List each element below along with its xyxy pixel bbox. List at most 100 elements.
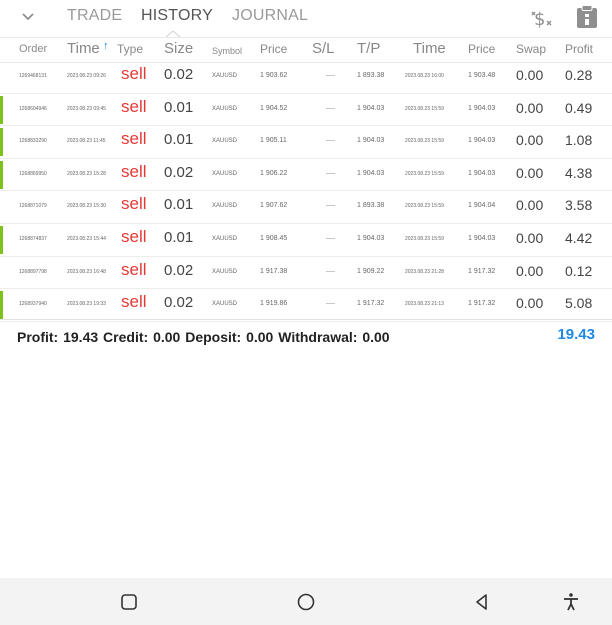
swap: 0.00 bbox=[516, 197, 544, 214]
swap: 0.00 bbox=[516, 132, 544, 149]
stop-loss-empty bbox=[326, 172, 335, 174]
profit: 1.08 bbox=[565, 132, 593, 149]
tab-journal[interactable]: JOURNAL bbox=[232, 7, 308, 25]
take-profit: 1 904.03 bbox=[357, 104, 385, 112]
col-take-profit[interactable]: T/P bbox=[357, 40, 380, 57]
table-row[interactable]: 1268604946 2023.08.23 09:45 sell 0.01 XA… bbox=[0, 94, 612, 127]
dollar-sign-icon[interactable]: $ bbox=[528, 6, 554, 30]
open-price: 1 906.22 bbox=[260, 169, 288, 177]
back-triangle-icon[interactable] bbox=[470, 590, 494, 614]
close-price: 1 904.03 bbox=[468, 234, 496, 242]
open-time: 2023.08.23 19:33 bbox=[67, 301, 106, 308]
open-price: 1 917.38 bbox=[260, 267, 288, 275]
open-time: 2023.08.23 09:45 bbox=[67, 105, 106, 112]
trade-size: 0.02 bbox=[164, 163, 194, 181]
stop-loss-empty bbox=[326, 140, 335, 142]
table-row[interactable]: 1268874837 2023.08.23 15:44 sell 0.01 XA… bbox=[0, 224, 612, 257]
swap: 0.00 bbox=[516, 295, 544, 312]
table-row[interactable]: 1268871079 2023.08.23 15:30 sell 0.01 XA… bbox=[0, 191, 612, 224]
close-time: 2023.08.23 21:13 bbox=[405, 301, 444, 308]
swap: 0.00 bbox=[516, 164, 544, 181]
summary-text: Profit: 19.43 Credit: 0.00 Deposit: 0.00… bbox=[17, 329, 390, 345]
tab-history[interactable]: HISTORY bbox=[141, 7, 213, 25]
tab-trade[interactable]: TRADE bbox=[67, 7, 122, 25]
col-symbol[interactable]: Symbol bbox=[212, 46, 242, 56]
col-order[interactable]: Order bbox=[19, 43, 47, 55]
accessibility-icon[interactable] bbox=[559, 590, 583, 614]
take-profit: 1 904.03 bbox=[357, 169, 385, 177]
trade-size: 0.01 bbox=[164, 228, 194, 246]
open-price: 1 907.62 bbox=[260, 202, 288, 210]
credit-value: 0.00 bbox=[153, 329, 181, 345]
trade-type: sell bbox=[121, 96, 147, 116]
table-row[interactable]: 1269468131 2023.08.23 09:26 sell 0.02 XA… bbox=[0, 61, 612, 94]
col-close-price[interactable]: Price bbox=[468, 42, 495, 56]
chevron-down-icon[interactable] bbox=[18, 6, 38, 26]
row-marker bbox=[0, 95, 3, 124]
col-size[interactable]: Size bbox=[164, 40, 193, 57]
col-open-time[interactable]: Time bbox=[67, 40, 100, 57]
open-time: 2023.08.23 15:44 bbox=[67, 235, 106, 242]
order-id: 1269468131 bbox=[19, 73, 47, 79]
close-time: 2023.08.23 15:59 bbox=[405, 235, 444, 242]
swap: 0.00 bbox=[516, 99, 544, 116]
swap: 0.00 bbox=[516, 67, 544, 83]
take-profit: 1 909.22 bbox=[357, 267, 385, 275]
trade-size: 0.01 bbox=[164, 196, 194, 214]
close-price: 1 917.32 bbox=[468, 300, 496, 308]
close-time: 2023.08.23 15:59 bbox=[405, 170, 444, 177]
trade-size: 0.02 bbox=[164, 294, 194, 312]
close-time: 2023.08.23 21:28 bbox=[405, 268, 444, 275]
col-close-time[interactable]: Time bbox=[413, 40, 446, 57]
open-price: 1 908.45 bbox=[260, 234, 288, 242]
stop-loss-empty bbox=[326, 303, 335, 305]
history-table-body: 1269468131 2023.08.23 09:26 sell 0.02 XA… bbox=[0, 61, 612, 322]
close-price: 1 904.04 bbox=[468, 202, 496, 210]
open-time: 2023.08.23 15:30 bbox=[67, 203, 106, 210]
order-id: 1268937940 bbox=[19, 301, 47, 308]
table-row[interactable]: 1268937940 2023.08.23 19:33 sell 0.02 XA… bbox=[0, 289, 612, 322]
stop-loss-empty bbox=[326, 205, 335, 207]
symbol: XAUUSD bbox=[212, 235, 238, 242]
home-circle-icon[interactable] bbox=[294, 590, 318, 614]
trade-size: 0.01 bbox=[164, 131, 194, 149]
table-row[interactable]: 1268897798 2023.08.23 16:48 sell 0.02 XA… bbox=[0, 257, 612, 290]
order-id: 1268871079 bbox=[19, 203, 47, 210]
profit: 3.58 bbox=[565, 197, 593, 214]
order-id: 1268869950 bbox=[19, 170, 47, 177]
history-summary: Profit: 19.43 Credit: 0.00 Deposit: 0.00… bbox=[0, 319, 612, 350]
swap: 0.00 bbox=[516, 262, 544, 279]
order-id: 1268833290 bbox=[19, 138, 47, 145]
withdrawal-value: 0.00 bbox=[362, 329, 390, 345]
table-row[interactable]: 1268869950 2023.08.23 15:28 sell 0.02 XA… bbox=[0, 159, 612, 192]
svg-text:$: $ bbox=[534, 9, 545, 30]
table-row[interactable]: 1268833290 2023.08.23 11:45 sell 0.01 XA… bbox=[0, 126, 612, 159]
system-navigation-bar bbox=[0, 578, 612, 625]
deposit-value: 0.00 bbox=[246, 329, 274, 345]
take-profit: 1 893.38 bbox=[357, 202, 385, 210]
profit: 4.42 bbox=[565, 229, 593, 246]
open-price: 1 905.11 bbox=[260, 137, 287, 145]
symbol: XAUUSD bbox=[212, 301, 238, 308]
clipboard-icon[interactable] bbox=[574, 4, 600, 30]
col-swap[interactable]: Swap bbox=[516, 42, 546, 56]
profit: 4.38 bbox=[565, 164, 593, 181]
col-type[interactable]: Type bbox=[117, 42, 143, 56]
col-open-price[interactable]: Price bbox=[260, 42, 287, 56]
close-price: 1 903.48 bbox=[468, 72, 496, 79]
trade-type: sell bbox=[121, 129, 147, 149]
open-price: 1 904.52 bbox=[260, 104, 288, 112]
stop-loss-empty bbox=[326, 237, 335, 239]
close-price: 1 904.03 bbox=[468, 137, 496, 145]
profit-value: 19.43 bbox=[63, 329, 99, 345]
trade-size: 0.02 bbox=[164, 261, 194, 279]
profit-label: Profit: bbox=[17, 329, 59, 345]
withdrawal-label: Withdrawal: bbox=[278, 329, 358, 345]
close-time: 2023.08.23 15:59 bbox=[405, 138, 444, 145]
recents-square-icon[interactable] bbox=[117, 590, 141, 614]
col-profit[interactable]: Profit bbox=[565, 42, 593, 56]
total-profit: 19.43 bbox=[557, 326, 595, 343]
row-marker bbox=[0, 291, 3, 320]
history-table-header: Order Time ↑ Type Size Symbol Price S/L … bbox=[0, 37, 612, 63]
col-stop-loss[interactable]: S/L bbox=[312, 40, 335, 57]
